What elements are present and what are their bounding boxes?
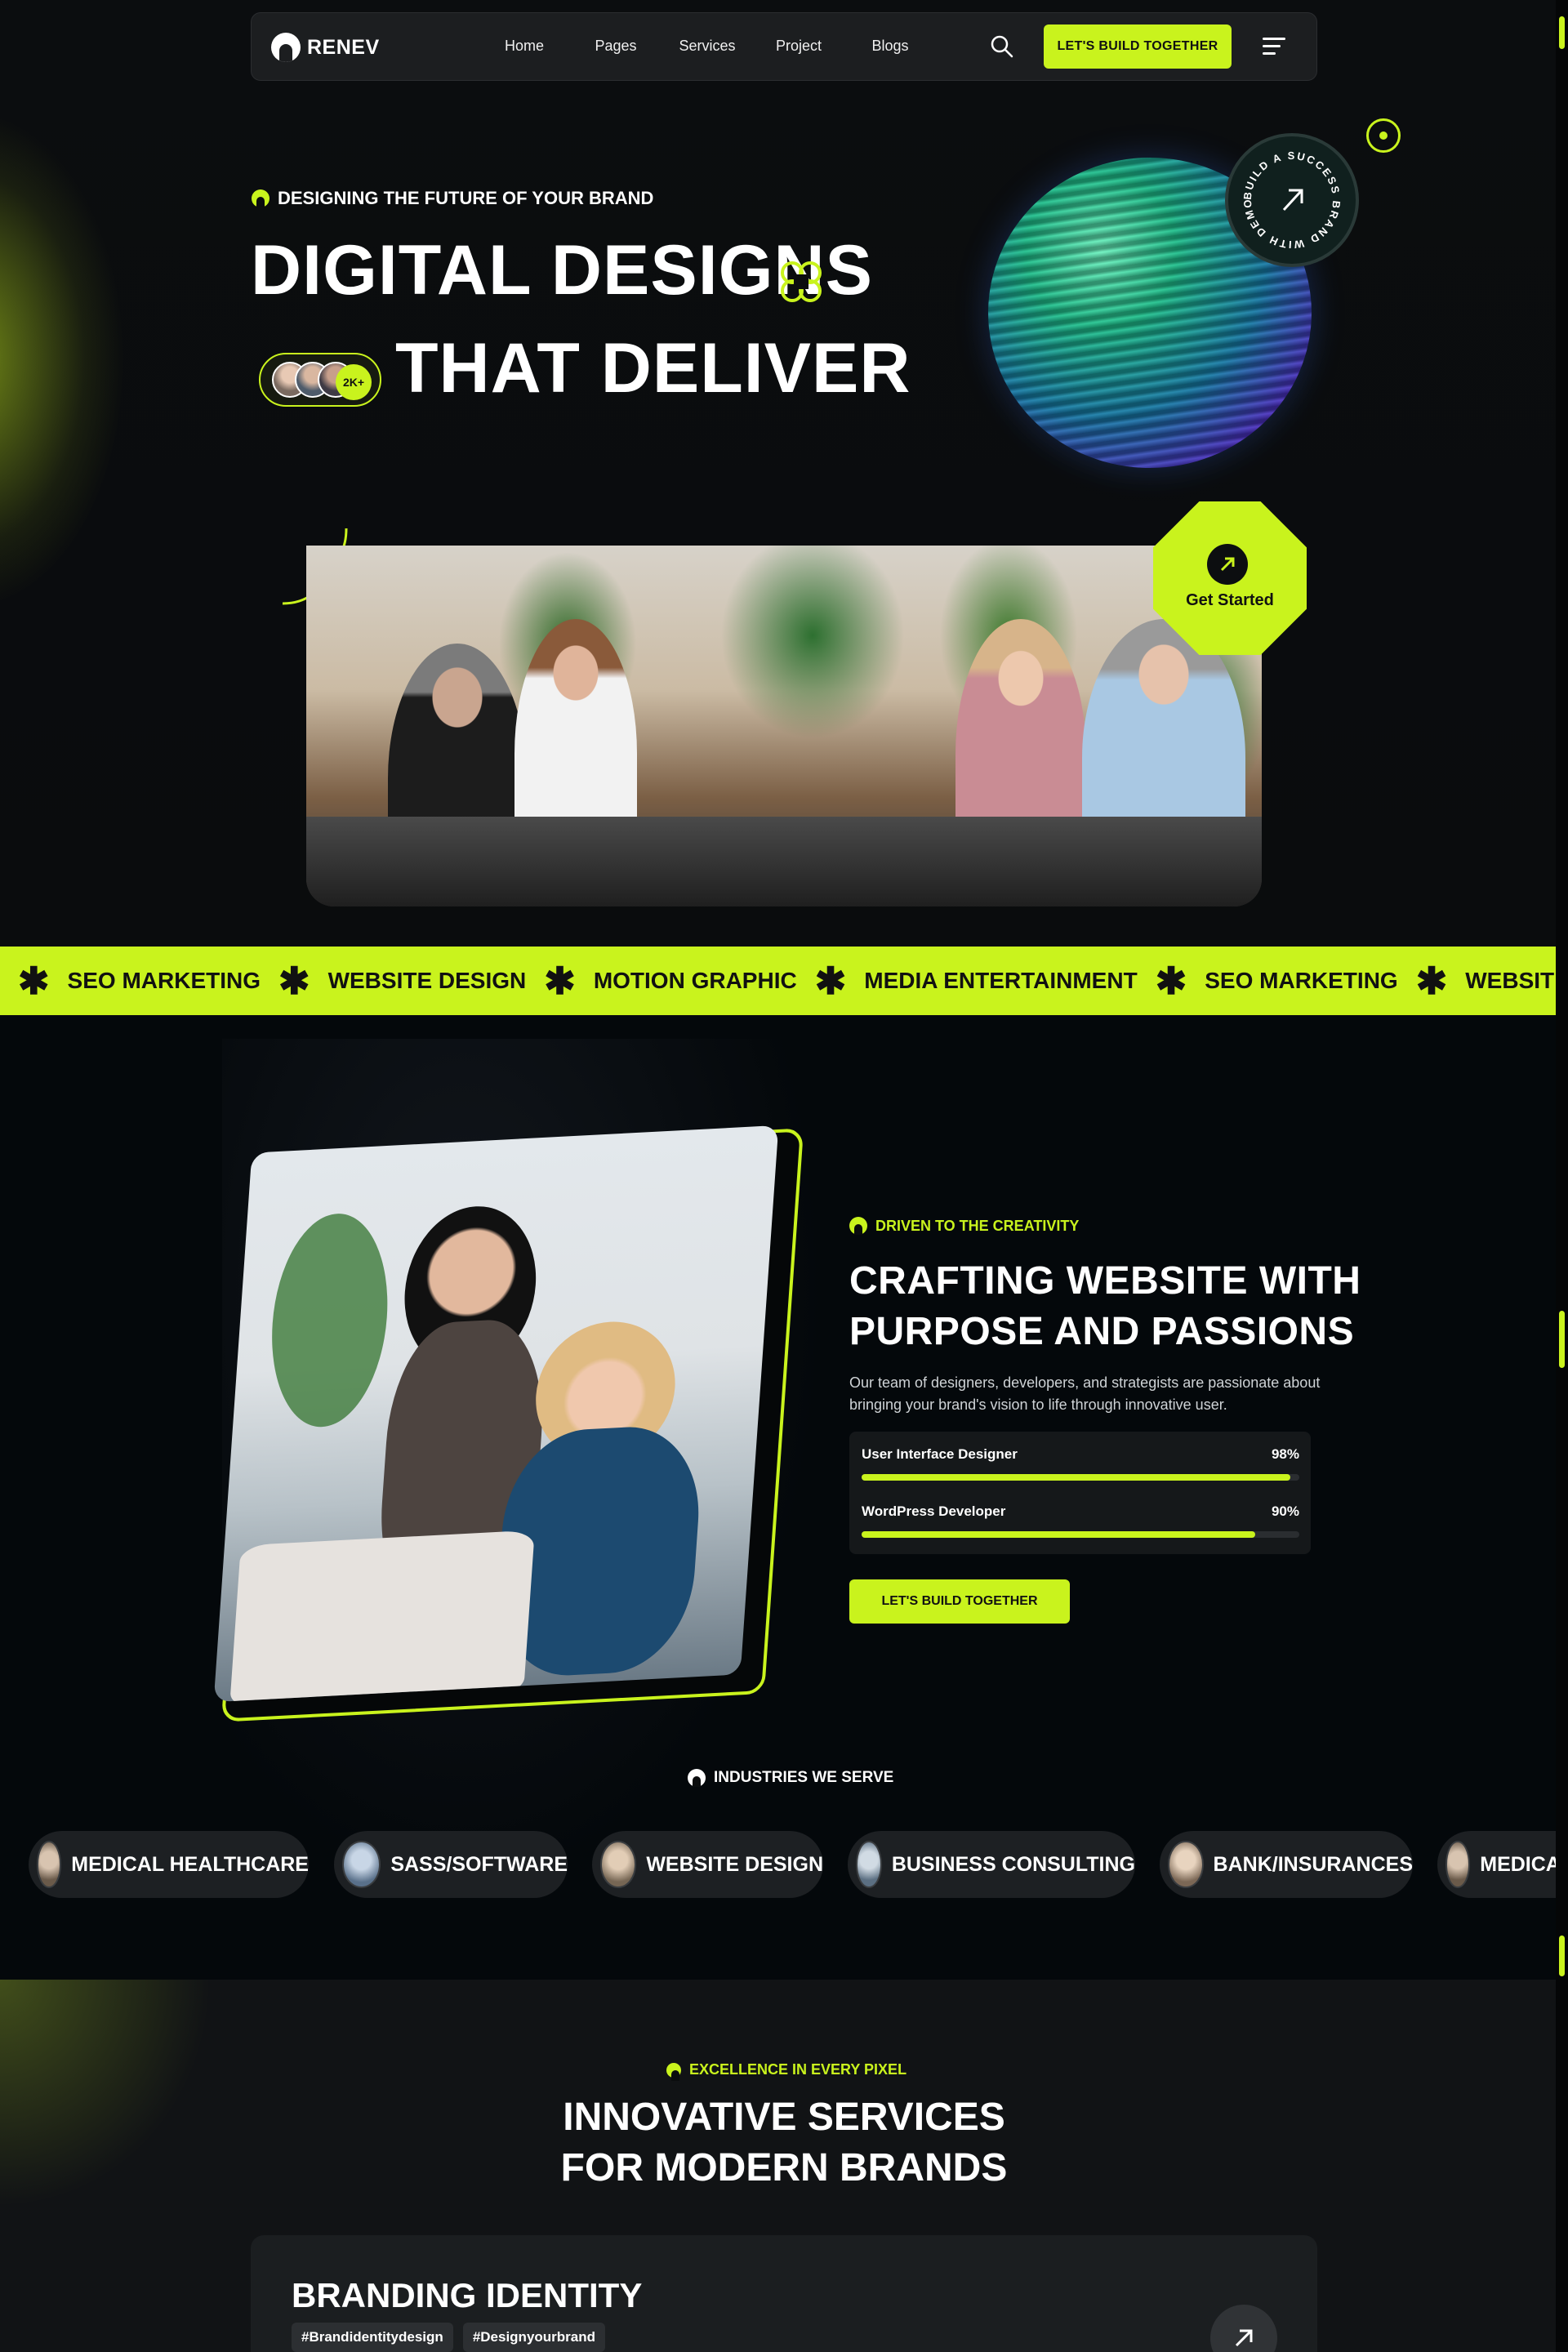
tag-icon xyxy=(688,1769,706,1787)
scroll-marker xyxy=(1559,1311,1565,1368)
industry-chip[interactable]: BANK/INSURANCES xyxy=(1160,1831,1413,1898)
tag-icon xyxy=(849,1217,867,1235)
nav-link-services[interactable]: Services xyxy=(662,38,753,55)
arrow-up-right-icon xyxy=(1207,544,1248,585)
page-scrollbar[interactable] xyxy=(1556,0,1568,2352)
about-description: Our team of designers, developers, and s… xyxy=(849,1374,1321,1413)
skill-progress-bar xyxy=(862,1531,1299,1538)
industry-chip[interactable]: BUSINESS CONSULTING xyxy=(848,1831,1135,1898)
skill-row: WordPress Developer 90% xyxy=(862,1503,1299,1538)
marquee-item: ✱ SEO MARKETING xyxy=(18,960,261,1002)
services-tag-text: EXCELLENCE IN EVERY PIXEL xyxy=(689,2061,907,2078)
team-meeting-photo xyxy=(306,546,1262,906)
hero-tag-text: DESIGNING THE FUTURE OF YOUR BRAND xyxy=(278,188,654,208)
scroll-marker xyxy=(1559,1936,1565,1976)
rotating-brand-badge[interactable]: BUILD A SUCCESS BRAND WITH DEMOUI xyxy=(1225,133,1359,267)
service-card-title: BRANDING IDENTITY xyxy=(292,2276,643,2314)
hashtag-chip[interactable]: #Brandidentitydesign xyxy=(292,2323,453,2352)
logo-icon xyxy=(271,33,301,62)
nav-links: Home Pages Services Project Blogs xyxy=(479,38,936,55)
services-title: INNOVATIVE SERVICES FOR MODERN BRANDS xyxy=(560,2096,1008,2190)
asterisk-icon: ✱ xyxy=(814,960,847,1002)
skill-row: User Interface Designer 98% xyxy=(862,1446,1299,1481)
dot-ring-icon xyxy=(1366,118,1401,153)
skill-label: WordPress Developer xyxy=(862,1503,1006,1519)
hashtag-chip[interactable]: #Designyourbrand xyxy=(462,2323,606,2352)
industry-chip[interactable]: MEDICAL HEALTHCARE xyxy=(29,1831,309,1898)
customer-avatars: 2K+ xyxy=(259,353,381,407)
hero-tagline: DESIGNING THE FUTURE OF YOUR BRAND xyxy=(252,188,653,209)
industries-list: MEDICAL HEALTHCARE SASS/SOFTWARE WEBSITE… xyxy=(29,1831,1556,1898)
asterisk-icon: ✱ xyxy=(1155,960,1187,1002)
marquee-item: ✱ MEDIA ENTERTAINMENT xyxy=(814,960,1138,1002)
arrow-up-right-icon xyxy=(1282,189,1303,212)
nav-cta-button[interactable]: LET'S BUILD TOGETHER xyxy=(1044,24,1232,69)
industry-avatar xyxy=(856,1841,882,1888)
tag-icon xyxy=(666,2062,681,2081)
industry-avatar xyxy=(600,1841,637,1888)
skill-progress-bar xyxy=(862,1474,1299,1481)
logo[interactable]: RENEV xyxy=(271,33,380,62)
hero-title-line2: THAT DELIVER xyxy=(395,329,911,408)
marquee-item: ✱ MOTION GRAPHIC xyxy=(544,960,797,1002)
nav-link-blogs[interactable]: Blogs xyxy=(844,38,936,55)
about-cta-button[interactable]: LET'S BUILD TOGETHER xyxy=(849,1579,1070,1624)
services-marquee: ✱ SEO MARKETING ✱ WEBSITE DESIGN ✱ MOTION G… xyxy=(0,947,1556,1015)
industry-chip[interactable]: WEBSITE DESIGN xyxy=(592,1831,823,1898)
logo-text: RENEV xyxy=(307,35,380,59)
arrow-up-right-icon[interactable] xyxy=(1210,2305,1277,2352)
asterisk-icon: ✱ xyxy=(544,960,576,1002)
industries-tagline: INDUSTRIES WE SERVE xyxy=(688,1769,893,1787)
industry-avatar xyxy=(1168,1841,1204,1888)
asterisk-icon: ✱ xyxy=(1415,960,1448,1002)
skill-percent: 98% xyxy=(1271,1446,1299,1462)
nav-link-home[interactable]: Home xyxy=(479,38,570,55)
menu-icon[interactable] xyxy=(1263,38,1285,57)
skill-percent: 90% xyxy=(1271,1503,1299,1519)
skill-label: User Interface Designer xyxy=(862,1446,1018,1462)
about-tagline: DRIVEN TO THE CREATIVITY xyxy=(849,1217,1079,1235)
badge-ring-text: BUILD A SUCCESS BRAND WITH DEMOUI xyxy=(1228,136,1341,251)
about-title: CRAFTING WEBSITE WITH PURPOSE AND PASSIO… xyxy=(849,1259,1361,1354)
get-started-label: Get Started xyxy=(1186,591,1274,609)
nav-link-pages[interactable]: Pages xyxy=(570,38,662,55)
marquee-item: ✱WEBSITE DESIGN xyxy=(1415,960,1556,1002)
industry-avatar xyxy=(37,1841,62,1888)
scroll-marker xyxy=(1559,16,1565,49)
industry-avatar xyxy=(342,1841,381,1888)
industry-avatar xyxy=(1446,1841,1471,1888)
svg-text:BUILD A SUCCESS BRAND WITH DEM: BUILD A SUCCESS BRAND WITH DEMOUI xyxy=(1228,136,1343,251)
services-tagline: EXCELLENCE IN EVERY PIXEL xyxy=(666,2061,907,2081)
flower-icon xyxy=(781,261,822,302)
skills-panel: User Interface Designer 98% WordPress De… xyxy=(849,1432,1311,1554)
about-team-photo xyxy=(213,1125,779,1703)
search-icon[interactable] xyxy=(990,34,1014,59)
marquee-item: ✱WEBSITE DESIGN xyxy=(278,960,527,1002)
about-tag-text: DRIVEN TO THE CREATIVITY xyxy=(875,1217,1080,1234)
service-card[interactable]: BRANDING IDENTITY #Brandidentitydesign #… xyxy=(251,2235,1317,2352)
tag-icon xyxy=(252,189,270,207)
industry-chip[interactable]: SASS/SOFTWARE xyxy=(334,1831,568,1898)
industry-chip[interactable]: MEDICAL HEALTHCARE xyxy=(1437,1831,1556,1898)
service-card-tags: #Brandidentitydesign #Designyourbrand xyxy=(292,2323,606,2352)
industries-tag-text: INDUSTRIES WE SERVE xyxy=(714,1769,894,1786)
marquee-item: ✱ SEO MARKETING xyxy=(1155,960,1398,1002)
nav-link-project[interactable]: Project xyxy=(753,38,844,55)
asterisk-icon: ✱ xyxy=(278,960,310,1002)
top-navigation: RENEV Home Pages Services Project Blogs … xyxy=(251,12,1317,81)
asterisk-icon: ✱ xyxy=(18,960,50,1002)
avatar-count-badge: 2K+ xyxy=(336,364,372,400)
